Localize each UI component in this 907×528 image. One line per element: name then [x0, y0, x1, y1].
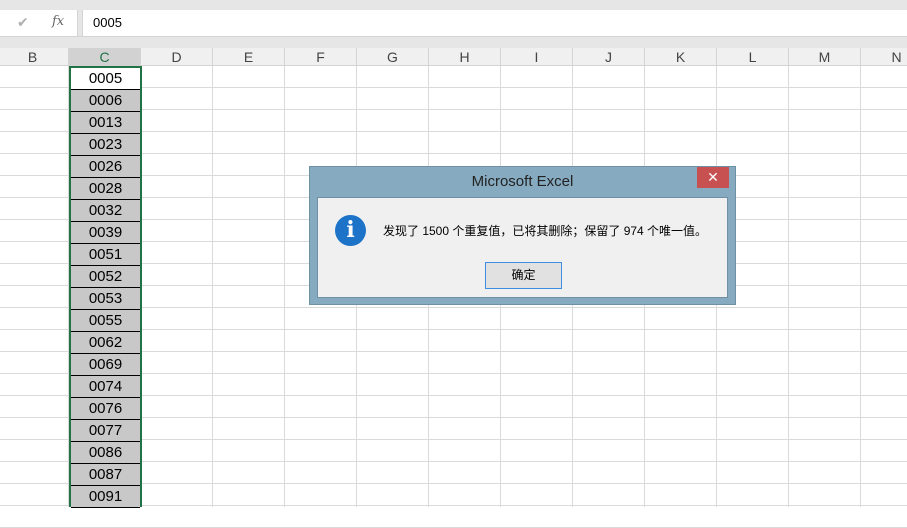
selected-column-c[interactable]: 0005 0006 0013 0023 0026 0028 0032 0039 0051 0052… [69, 66, 142, 508]
cell-c10[interactable]: 0052 [71, 266, 140, 288]
cell-c9[interactable]: 0051 [71, 244, 140, 266]
cell-c13[interactable]: 0062 [71, 332, 140, 354]
message-dialog: Microsoft Excel ✕ i 发现了 1500 个重复值，已将其删除；… [309, 166, 736, 305]
cell-c2[interactable]: 0006 [71, 90, 140, 112]
info-icon: i [335, 215, 366, 246]
cell-c11[interactable]: 0053 [71, 288, 140, 310]
cell-c8[interactable]: 0039 [71, 222, 140, 244]
column-header-l[interactable]: L [717, 48, 789, 66]
cell-c6[interactable]: 0028 [71, 178, 140, 200]
dialog-body: i 发现了 1500 个重复值，已将其删除；保留了 974 个唯一值。 确定 [317, 197, 728, 298]
cell-c15[interactable]: 0074 [71, 376, 140, 398]
cell-c20[interactable]: 0091 [71, 486, 140, 508]
dialog-message: 发现了 1500 个重复值，已将其删除；保留了 974 个唯一值。 [383, 224, 708, 238]
column-header-k[interactable]: K [645, 48, 717, 66]
formula-bar: ✔ fx 0005 [0, 10, 907, 37]
check-icon[interactable]: ✔ [17, 14, 29, 31]
cell-c7[interactable]: 0032 [71, 200, 140, 222]
column-header-n[interactable]: N [861, 48, 907, 66]
cell-c4[interactable]: 0023 [71, 134, 140, 156]
column-header-h[interactable]: H [429, 48, 501, 66]
column-header-g[interactable]: G [357, 48, 429, 66]
formula-buttons: ✔ fx [0, 10, 78, 36]
cell-c19[interactable]: 0087 [71, 464, 140, 486]
close-button[interactable]: ✕ [697, 167, 729, 188]
cell-c16[interactable]: 0076 [71, 398, 140, 420]
cell-c17[interactable]: 0077 [71, 420, 140, 442]
column-header-m[interactable]: M [789, 48, 861, 66]
formula-input[interactable]: 0005 [82, 10, 907, 36]
cell-c3[interactable]: 0013 [71, 112, 140, 134]
dialog-title: Microsoft Excel [471, 173, 574, 190]
column-header-b[interactable]: B [0, 48, 69, 66]
ribbon-edge [0, 0, 907, 10]
column-header-e[interactable]: E [213, 48, 285, 66]
column-header-f[interactable]: F [285, 48, 357, 66]
cell-c1[interactable]: 0005 [71, 68, 140, 90]
gridline [788, 66, 789, 507]
column-header-j[interactable]: J [573, 48, 645, 66]
cell-c5[interactable]: 0026 [71, 156, 140, 178]
cell-c14[interactable]: 0069 [71, 354, 140, 376]
column-headers: BCDEFGHIJKLMN [0, 48, 907, 66]
cell-c18[interactable]: 0086 [71, 442, 140, 464]
ok-button[interactable]: 确定 [485, 262, 562, 289]
cell-c12[interactable]: 0055 [71, 310, 140, 332]
gridline [212, 66, 213, 507]
column-header-i[interactable]: I [501, 48, 573, 66]
gridline [284, 66, 285, 507]
fx-icon[interactable]: fx [52, 14, 64, 29]
gridline [860, 66, 861, 507]
column-header-d[interactable]: D [141, 48, 213, 66]
column-header-c[interactable]: C [69, 48, 141, 66]
